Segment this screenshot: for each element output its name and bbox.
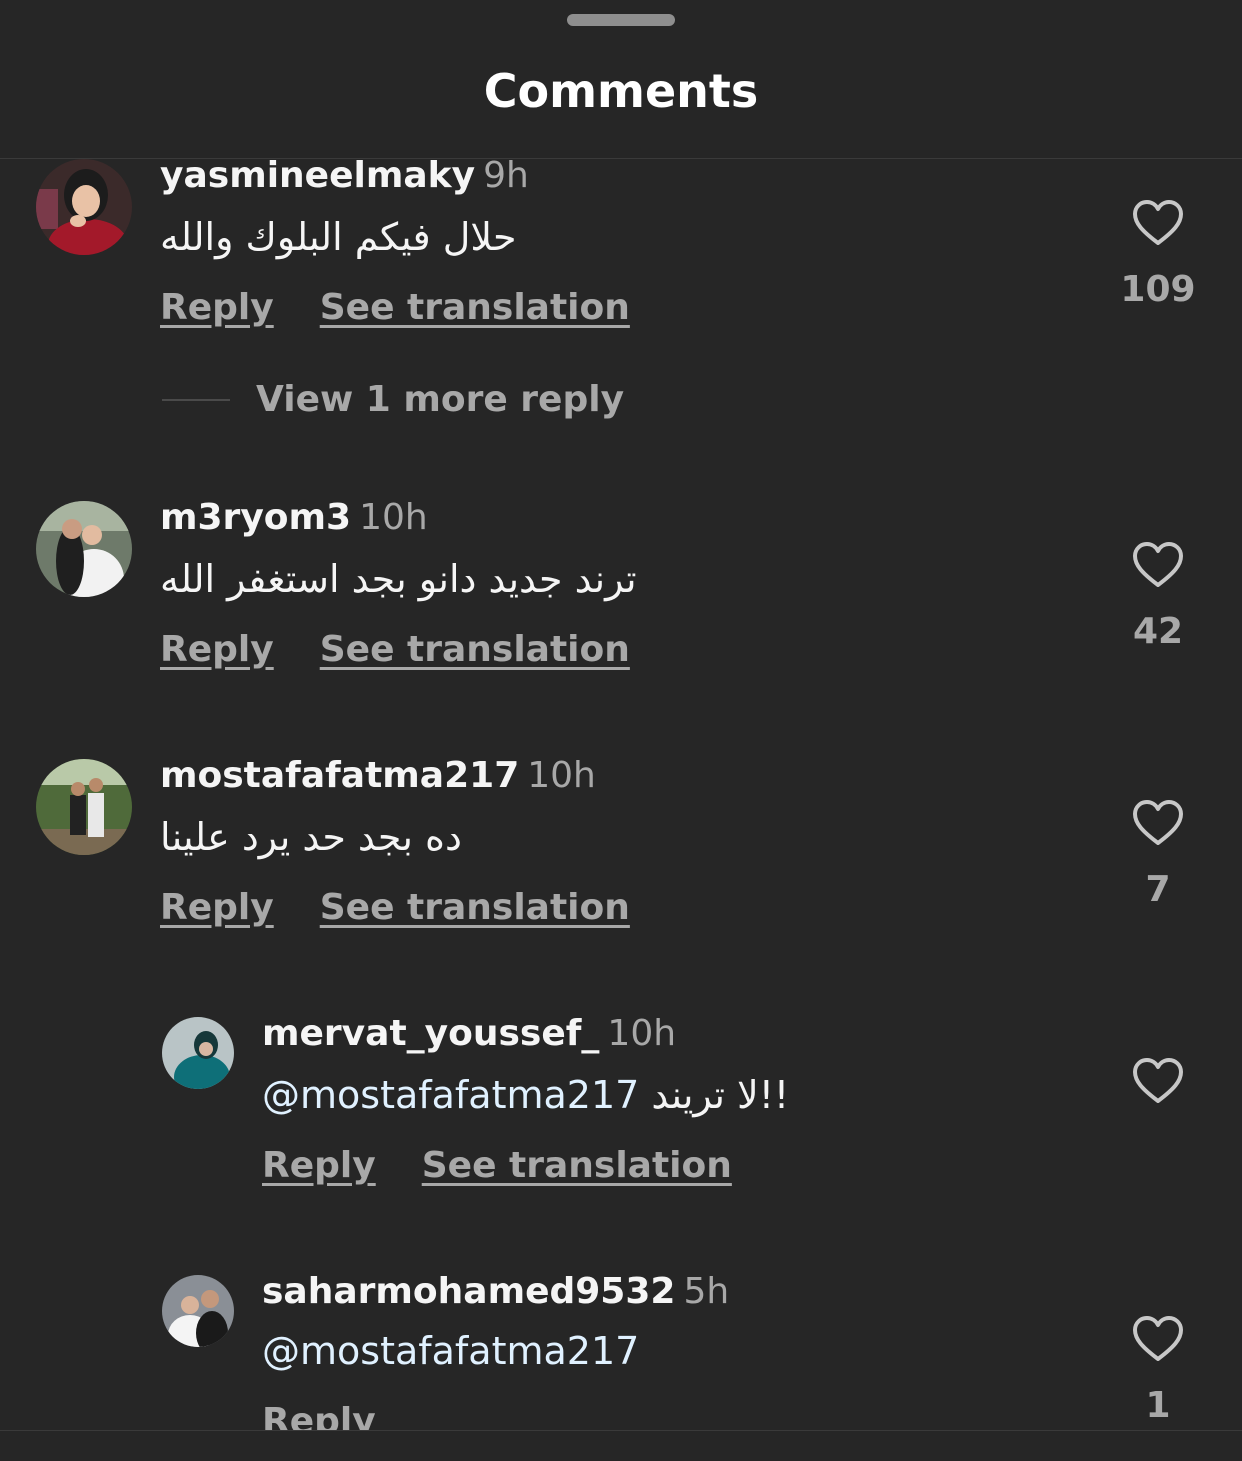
- comment-text: ترند جديد دانو بجد استغفر الله: [160, 557, 637, 601]
- like-control: 7: [1098, 799, 1218, 910]
- avatar[interactable]: [36, 501, 132, 597]
- comment-username[interactable]: yasmineelmaky: [160, 159, 475, 196]
- avatar[interactable]: [36, 759, 132, 855]
- reply-time: 10h: [607, 1013, 677, 1054]
- comment-time: 10h: [359, 497, 428, 538]
- avatar[interactable]: [162, 1275, 234, 1347]
- heart-icon[interactable]: [1132, 1057, 1184, 1105]
- comment-list[interactable]: yasmineelmaky 9h حلال فيكم البلوك والله R…: [0, 159, 1242, 1430]
- like-control: [1098, 1057, 1218, 1105]
- reply-text: !!لا تريند: [651, 1073, 790, 1117]
- like-count: 42: [1132, 611, 1184, 652]
- like-count: 1: [1145, 1385, 1171, 1426]
- like-control: 42: [1098, 541, 1218, 652]
- heart-icon[interactable]: [1132, 1315, 1184, 1363]
- heart-icon[interactable]: [1132, 541, 1184, 589]
- reply-text-line: @mostafafatma217 !!لا تريند: [262, 1073, 789, 1117]
- comment-text: حلال فيكم البلوك والله: [160, 215, 517, 259]
- like-control: 109: [1098, 199, 1218, 310]
- avatar[interactable]: [36, 159, 132, 255]
- like-count: 7: [1145, 869, 1171, 910]
- reply-text-line: @mostafafatma217: [262, 1329, 639, 1373]
- comment-time: 10h: [527, 755, 596, 796]
- reply-username[interactable]: mervat_youssef_: [262, 1013, 599, 1054]
- reply-button[interactable]: Reply: [262, 1401, 376, 1430]
- reply-username[interactable]: saharmohamed9532: [262, 1271, 675, 1312]
- mention-link[interactable]: @mostafafatma217: [262, 1329, 639, 1373]
- mention-link[interactable]: @mostafafatma217: [262, 1073, 639, 1117]
- comment-text: ده بجد حد يرد علينا: [160, 815, 462, 859]
- comment-username[interactable]: mostafafatma217: [160, 755, 519, 796]
- see-translation-button[interactable]: See translation: [320, 287, 630, 328]
- comment-time: 9h: [483, 159, 529, 196]
- sheet-title: Comments: [483, 64, 759, 118]
- heart-icon[interactable]: [1132, 799, 1184, 847]
- see-translation-button[interactable]: See translation: [320, 887, 630, 928]
- reply-button[interactable]: Reply: [262, 1145, 376, 1186]
- see-translation-button[interactable]: See translation: [422, 1145, 732, 1186]
- comment-username[interactable]: m3ryom3: [160, 497, 351, 538]
- reply-time: 5h: [683, 1271, 730, 1312]
- see-translation-button[interactable]: See translation: [320, 629, 630, 670]
- like-control: 1: [1098, 1315, 1218, 1426]
- heart-icon[interactable]: [1132, 199, 1184, 247]
- bottom-bar: [0, 1430, 1242, 1461]
- reply-button[interactable]: Reply: [160, 887, 274, 928]
- reply-button[interactable]: Reply: [160, 629, 274, 670]
- view-replies-line: [162, 399, 230, 401]
- avatar[interactable]: [162, 1017, 234, 1089]
- comments-sheet: Comments yasmineelmaky 9h حلال فيكم البلو…: [0, 0, 1242, 1461]
- reply-button[interactable]: Reply: [160, 287, 274, 328]
- like-count: 109: [1120, 269, 1196, 310]
- view-more-replies-button[interactable]: View 1 more reply: [256, 379, 624, 420]
- drag-handle[interactable]: [567, 14, 675, 26]
